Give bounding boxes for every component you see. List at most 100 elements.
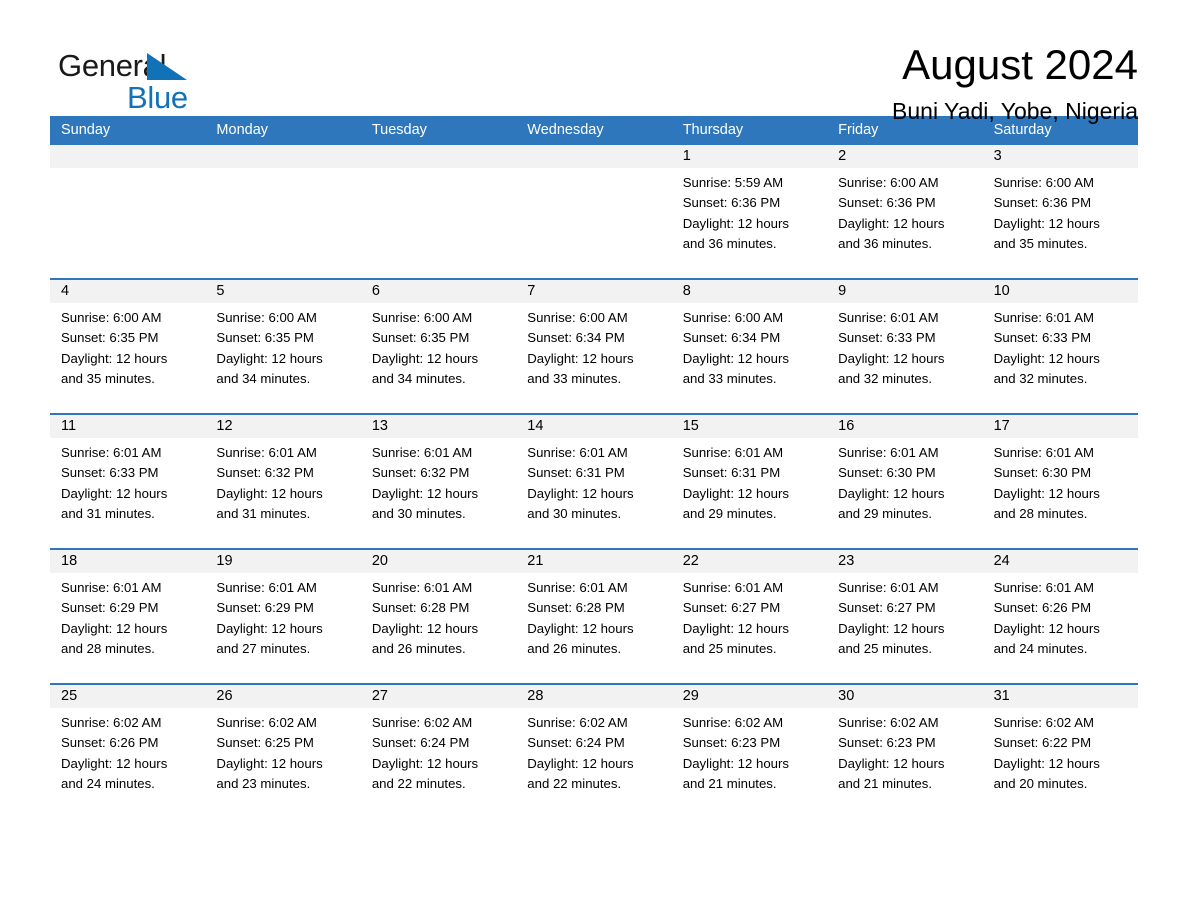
triangle-logo-icon (147, 53, 187, 80)
day-info-line: Daylight: 12 hours (838, 620, 945, 636)
day-info-line: Daylight: 12 hours (682, 755, 789, 771)
day-info-line: Sunrise: 6:00 AM (993, 175, 1094, 190)
day-info-line: Daylight: 12 hours (838, 755, 945, 771)
calendar-day-cell[interactable]: 27 Sunrise: 6:02 AM Sunset: 6:24 PM Dayligh… (360, 685, 517, 818)
calendar-day-cell[interactable]: 29 Sunrise: 6:02 AM Sunset: 6:23 PM Dayligh… (671, 685, 828, 818)
day-info-line: Sunset: 6:35 PM (371, 330, 470, 346)
day-info-line: Sunset: 6:33 PM (838, 330, 936, 346)
day-number: 9 (827, 280, 983, 303)
day-number (360, 145, 517, 168)
calendar-day-cell-empty (205, 145, 361, 278)
day-sun-info: Sunrise: 6:01 AM Sunset: 6:30 PM Daylight:… (827, 438, 982, 524)
day-number: 18 (50, 550, 206, 573)
day-info-line: Sunset: 6:31 PM (682, 465, 781, 481)
calendar-week-row: 1 Sunrise: 5:59 AM Sunset: 6:36 PM Daylight… (50, 145, 1138, 278)
calendar-day-cell[interactable]: 23 Sunrise: 6:01 AM Sunset: 6:27 PM Dayligh… (827, 550, 983, 683)
calendar-day-cell[interactable]: 14 Sunrise: 6:01 AM Sunset: 6:31 PM Dayligh… (516, 415, 672, 548)
calendar-day-cell[interactable]: 2 Sunrise: 6:00 AM Sunset: 6:36 PM Daylight… (827, 145, 983, 278)
day-info-line: Daylight: 12 hours (838, 350, 945, 366)
day-info-line: Sunrise: 6:01 AM (527, 580, 628, 595)
day-number: 13 (360, 415, 517, 438)
day-info-line: and 25 minutes. (838, 640, 932, 656)
day-number: 14 (516, 415, 672, 438)
day-number: 23 (827, 550, 983, 573)
day-info-line: and 29 minutes. (682, 505, 777, 521)
calendar-day-cell[interactable]: 9 Sunrise: 6:01 AM Sunset: 6:33 PM Daylight… (827, 280, 983, 413)
day-info-line: and 27 minutes. (216, 640, 311, 656)
calendar-day-cell[interactable]: 19 Sunrise: 6:01 AM Sunset: 6:29 PM Dayligh… (205, 550, 361, 683)
calendar-day-cell[interactable]: 25 Sunrise: 6:02 AM Sunset: 6:26 PM Dayligh… (50, 685, 206, 818)
day-info-line: Sunset: 6:23 PM (682, 735, 781, 751)
day-number: 11 (50, 415, 206, 438)
calendar-day-cell[interactable]: 24 Sunrise: 6:01 AM Sunset: 6:26 PM Dayligh… (982, 550, 1138, 683)
day-info-line: Sunrise: 6:00 AM (61, 310, 162, 325)
day-info-line: Daylight: 12 hours (371, 350, 479, 366)
day-info-line: and 24 minutes. (993, 640, 1088, 656)
day-sun-info: Sunrise: 6:02 AM Sunset: 6:24 PM Daylight:… (516, 708, 671, 794)
calendar-day-cell[interactable]: 5 Sunrise: 6:00 AM Sunset: 6:35 PM Daylight… (205, 280, 361, 413)
calendar-day-cell[interactable]: 22 Sunrise: 6:01 AM Sunset: 6:27 PM Dayligh… (671, 550, 828, 683)
weekday-header-thursday: Thursday (682, 122, 744, 138)
day-sun-info: Sunrise: 6:01 AM Sunset: 6:31 PM Daylight:… (672, 438, 827, 524)
calendar-day-cell[interactable]: 12 Sunrise: 6:01 AM Sunset: 6:32 PM Dayligh… (205, 415, 361, 548)
day-sun-info: Sunrise: 6:02 AM Sunset: 6:26 PM Daylight:… (50, 708, 205, 794)
calendar-table: Sunday Monday Tuesday Wednesday Thursday Frid… (50, 116, 1138, 818)
day-info-line: Sunset: 6:30 PM (993, 465, 1092, 481)
calendar-day-cell[interactable]: 28 Sunrise: 6:02 AM Sunset: 6:24 PM Dayligh… (516, 685, 672, 818)
day-info-line: and 32 minutes. (993, 370, 1088, 386)
calendar-day-cell[interactable]: 10 Sunrise: 6:01 AM Sunset: 6:33 PM Dayligh… (982, 280, 1138, 413)
day-info-line: Sunset: 6:32 PM (216, 465, 314, 481)
day-info-line: Sunset: 6:24 PM (527, 735, 625, 751)
calendar-day-cell[interactable]: 26 Sunrise: 6:02 AM Sunset: 6:25 PM Dayligh… (205, 685, 361, 818)
day-number: 24 (982, 550, 1138, 573)
calendar-day-cell[interactable]: 15 Sunrise: 6:01 AM Sunset: 6:31 PM Dayligh… (671, 415, 828, 548)
day-info-line: Sunset: 6:27 PM (682, 600, 781, 616)
day-info-line: Daylight: 12 hours (371, 755, 479, 771)
calendar-day-cell[interactable]: 13 Sunrise: 6:01 AM Sunset: 6:32 PM Dayligh… (360, 415, 517, 548)
calendar-day-cell[interactable]: 21 Sunrise: 6:01 AM Sunset: 6:28 PM Dayligh… (516, 550, 672, 683)
day-info-line: Sunrise: 6:01 AM (993, 445, 1094, 460)
day-info-line: and 31 minutes. (216, 505, 311, 521)
day-info-line: and 33 minutes. (682, 370, 777, 386)
week-grid: 25 Sunrise: 6:02 AM Sunset: 6:26 PM Dayligh… (50, 685, 1138, 818)
day-sun-info: Sunrise: 6:01 AM Sunset: 6:29 PM Daylight:… (50, 573, 205, 659)
calendar-day-cell[interactable]: 6 Sunrise: 6:00 AM Sunset: 6:35 PM Daylight… (360, 280, 517, 413)
day-info-line: Daylight: 12 hours (993, 215, 1100, 231)
page-title: August 2024 (902, 41, 1138, 88)
calendar-day-cell[interactable]: 16 Sunrise: 6:01 AM Sunset: 6:30 PM Dayligh… (827, 415, 983, 548)
day-info-line: Sunrise: 6:01 AM (216, 580, 317, 595)
weekday-header-wednesday: Wednesday (527, 122, 604, 138)
day-number: 4 (50, 280, 206, 303)
day-info-line: Sunrise: 6:01 AM (993, 580, 1094, 595)
day-number (205, 145, 361, 168)
calendar-day-cell[interactable]: 11 Sunrise: 6:01 AM Sunset: 6:33 PM Dayligh… (50, 415, 206, 548)
day-sun-info: Sunrise: 6:01 AM Sunset: 6:28 PM Daylight:… (361, 573, 516, 659)
day-info-line: Daylight: 12 hours (371, 485, 479, 501)
calendar-day-cell[interactable]: 3 Sunrise: 6:00 AM Sunset: 6:36 PM Daylight… (982, 145, 1138, 278)
day-info-line: Daylight: 12 hours (993, 350, 1100, 366)
day-info-line: and 35 minutes. (993, 235, 1088, 251)
calendar-day-cell[interactable]: 20 Sunrise: 6:01 AM Sunset: 6:28 PM Dayligh… (360, 550, 517, 683)
day-number: 7 (516, 280, 672, 303)
calendar-week-row: 11 Sunrise: 6:01 AM Sunset: 6:33 PM Dayligh… (50, 413, 1138, 548)
calendar-day-cell[interactable]: 31 Sunrise: 6:02 AM Sunset: 6:22 PM Dayligh… (982, 685, 1138, 818)
day-info-line: Daylight: 12 hours (682, 350, 789, 366)
calendar-day-cell-empty (516, 145, 672, 278)
calendar-day-cell[interactable]: 17 Sunrise: 6:01 AM Sunset: 6:30 PM Dayligh… (982, 415, 1138, 548)
day-sun-info: Sunrise: 5:59 AM Sunset: 6:36 PM Daylight:… (672, 168, 827, 254)
calendar-day-cell[interactable]: 1 Sunrise: 5:59 AM Sunset: 6:36 PM Daylight… (671, 145, 828, 278)
calendar-day-cell[interactable]: 18 Sunrise: 6:01 AM Sunset: 6:29 PM Dayligh… (50, 550, 206, 683)
day-info-line: Sunrise: 6:01 AM (838, 310, 939, 325)
weekday-header-saturday: Saturday (993, 122, 1052, 138)
day-info-line: and 33 minutes. (527, 370, 622, 386)
day-info-line: Sunset: 6:22 PM (993, 735, 1092, 751)
day-info-line: Sunset: 6:32 PM (371, 465, 470, 481)
day-info-line: and 32 minutes. (838, 370, 932, 386)
calendar-day-cell[interactable]: 8 Sunrise: 6:00 AM Sunset: 6:34 PM Daylight… (671, 280, 828, 413)
calendar-day-cell[interactable]: 30 Sunrise: 6:02 AM Sunset: 6:23 PM Dayligh… (827, 685, 983, 818)
day-info-line: Sunrise: 6:01 AM (61, 445, 162, 460)
day-info-line: Daylight: 12 hours (682, 485, 789, 501)
calendar-day-cell[interactable]: 7 Sunrise: 6:00 AM Sunset: 6:34 PM Daylight… (516, 280, 672, 413)
day-number: 22 (671, 550, 828, 573)
calendar-day-cell[interactable]: 4 Sunrise: 6:00 AM Sunset: 6:35 PM Daylight… (50, 280, 206, 413)
